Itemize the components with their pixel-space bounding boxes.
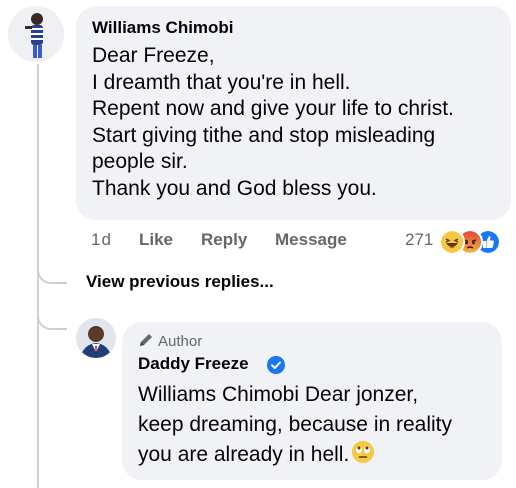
avatar-daddy-freeze[interactable] bbox=[76, 318, 116, 358]
comment-line: people sir. bbox=[92, 150, 188, 173]
reply-line: keep dreaming, because in reality bbox=[138, 413, 453, 436]
author-badge: Author bbox=[138, 332, 202, 350]
thread-connector bbox=[37, 312, 67, 330]
comment-line: I dreamth that you're in hell. bbox=[92, 70, 351, 94]
comment-bubble: Williams Chimobi Dear Freeze, I dreamth … bbox=[76, 6, 511, 220]
haha-icon bbox=[439, 229, 465, 255]
comment-line: Start giving tithe and stop misleading bbox=[92, 123, 436, 147]
comment-line: Repent now and give your life to christ. bbox=[92, 97, 454, 120]
comment-timestamp[interactable]: 1d bbox=[91, 228, 112, 252]
message-button[interactable]: Message bbox=[275, 228, 347, 252]
eye-roll-emoji bbox=[352, 441, 375, 463]
comment-line: Dear Freeze, bbox=[92, 44, 215, 67]
reply-line: Williams Chimobi Dear jonzer, bbox=[138, 383, 419, 406]
comment-line: Thank you and God bless you. bbox=[92, 176, 377, 200]
reply-text: Williams Chimobi Dear jonzer, keep dream… bbox=[138, 380, 498, 470]
author-badge-label: Author bbox=[158, 333, 203, 350]
reply-line-last: you are already in hell. bbox=[138, 440, 498, 470]
reply-bubble: Author Daddy Freeze Williams Chimobi Dea… bbox=[122, 322, 502, 480]
reply-author-name[interactable]: Daddy Freeze bbox=[138, 354, 249, 374]
reply-button[interactable]: Reply bbox=[201, 228, 247, 252]
avatar-williams-chimobi[interactable] bbox=[8, 6, 64, 62]
comment-actions: 1d Like Reply Message 271 bbox=[91, 228, 511, 255]
reaction-summary[interactable] bbox=[439, 228, 511, 255]
comment-author-name[interactable]: Williams Chimobi bbox=[92, 18, 234, 38]
comment-text: Dear Freeze, I dreamth that you're in he… bbox=[92, 43, 502, 202]
reply-line: you are already in hell. bbox=[138, 443, 350, 466]
thread-connector bbox=[37, 266, 67, 284]
reaction-count[interactable]: 271 bbox=[405, 228, 433, 252]
like-button[interactable]: Like bbox=[139, 228, 173, 252]
view-previous-replies-link[interactable]: View previous replies... bbox=[86, 272, 274, 292]
verified-badge-icon bbox=[267, 356, 285, 374]
pencil-icon bbox=[140, 334, 152, 346]
